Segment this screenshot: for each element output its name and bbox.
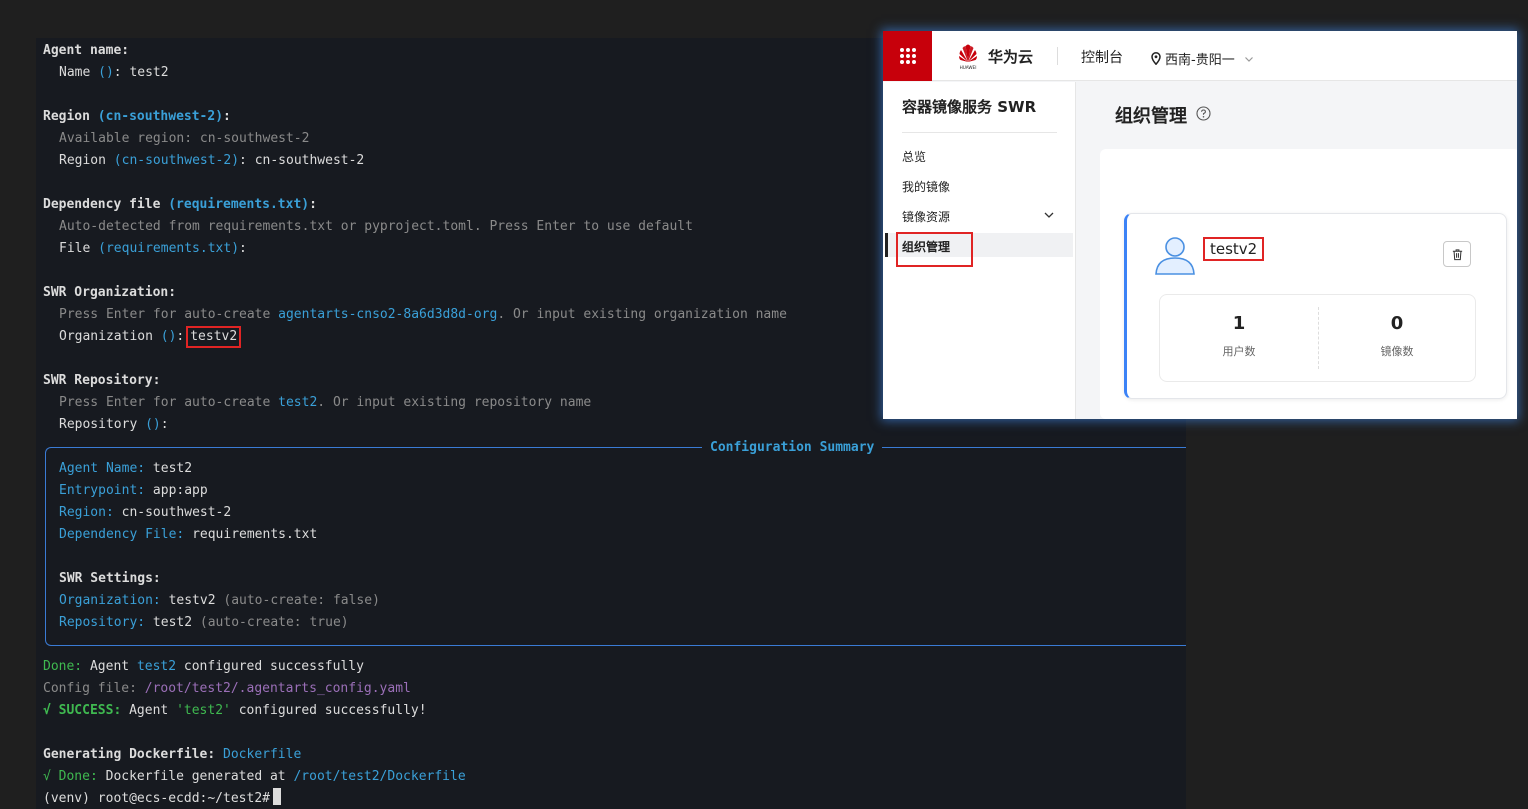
topbar-divider [1057,47,1058,65]
done-line: Done: Agent test2 configured successfull… [43,659,364,674]
summary-repository: Repository: test2 (auto-create: true) [59,615,349,630]
user-count: 1 [1232,313,1246,334]
image-count: 0 [1390,313,1404,334]
brand-name[interactable]: 华为云 [988,46,1033,67]
agent-name-header: Agent name: [43,43,130,58]
region-selector[interactable]: 西南-贵阳一 [1151,49,1254,68]
active-nav-indicator [885,233,888,257]
sidebar-item-image-resources[interactable]: 镜像资源 [902,208,950,225]
trash-icon [1452,248,1462,260]
swr-console-window: HUAWEI 华为云 控制台 西南-贵阳一 容器镜像服务 SWR 总览 我的镜像… [883,31,1517,419]
checkmark-icon: √ [43,769,51,784]
region-prompt-line: Region (cn-southwest-2): cn-southwest-2 [59,153,365,168]
summary-entrypoint: Entrypoint: app:app [59,483,208,498]
sidebar-divider [902,132,1057,133]
sidebar-item-my-images[interactable]: 我的镜像 [902,178,950,195]
summary-dependency: Dependency File: requirements.txt [59,527,318,542]
highlight-box [896,232,973,267]
service-sidebar: 容器镜像服务 SWR 总览 我的镜像 镜像资源 组织管理 [883,82,1076,419]
organization-card[interactable]: testv2 1 用户数 0 镜像数 [1124,213,1507,399]
repo-hint: Press Enter for auto-create test2. Or in… [59,395,592,410]
summary-region: Region: cn-southwest-2 [59,505,232,520]
user-count-stat: 1 用户数 [1160,295,1318,383]
grid-menu-icon [899,48,916,64]
org-value-highlight: testv2 [186,326,242,348]
swr-org-header: SWR Organization: [43,285,177,300]
text-cursor [272,788,281,805]
org-hint: Press Enter for auto-create agentarts-cn… [59,307,787,322]
sidebar-item-overview[interactable]: 总览 [902,148,926,165]
shell-prompt[interactable]: (venv) root@ecs-ecdd:~/test2# [43,788,281,809]
region-header: Region (cn-southwest-2): [43,109,231,124]
organization-stats: 1 用户数 0 镜像数 [1159,294,1476,382]
swr-repo-header: SWR Repository: [43,373,161,388]
huawei-logo-icon: HUAWEI [959,44,977,70]
summary-organization: Organization: testv2 (auto-create: false… [59,593,380,608]
summary-title: Configuration Summary [702,437,883,459]
user-avatar-icon [1155,237,1195,275]
user-count-label: 用户数 [1222,345,1256,358]
config-file-line: Config file: /root/test2/.agentarts_conf… [43,681,411,696]
success-line: √ SUCCESS: Agent 'test2' configured succ… [43,703,427,718]
location-pin-icon [1151,52,1161,65]
summary-agent-name: Agent Name: test2 [59,461,193,476]
page-title: 组织管理 [1115,106,1187,127]
image-count-stat: 0 镜像数 [1318,295,1476,383]
dependency-header: Dependency file (requirements.txt): [43,197,317,212]
region-label: 西南-贵阳一 [1165,53,1235,68]
available-region-line: Available region: cn-southwest-2 [59,131,310,146]
console-home-link[interactable]: 控制台 [1081,47,1123,67]
file-prompt-line: File (requirements.txt): [59,241,247,256]
chevron-down-icon[interactable] [1043,209,1055,221]
organization-name[interactable]: testv2 [1203,237,1265,261]
dependency-hint: Auto-detected from requirements.txt or p… [59,219,693,234]
console-topbar: HUAWEI 华为云 控制台 西南-贵阳一 [883,31,1517,81]
chevron-down-icon [1244,56,1253,62]
dockerfile-done-line: √ Done: Dockerfile generated at /root/te… [43,769,466,784]
svg-text:HUAWEI: HUAWEI [960,65,977,70]
delete-organization-button[interactable] [1443,241,1471,267]
generating-dockerfile-line: Generating Dockerfile: Dockerfile [43,747,302,762]
service-menu-button[interactable] [883,31,932,81]
service-title: 容器镜像服务 SWR [902,98,1037,116]
checkmark-icon: √ [43,703,51,718]
repo-prompt-line: Repository (): [59,417,169,432]
image-count-label: 镜像数 [1380,345,1414,358]
name-prompt-line: Name (): test2 [59,65,169,80]
org-prompt-line: Organization (): testv2 [43,326,242,348]
help-icon[interactable] [1196,106,1211,121]
summary-swr-settings: SWR Settings: [59,571,161,586]
